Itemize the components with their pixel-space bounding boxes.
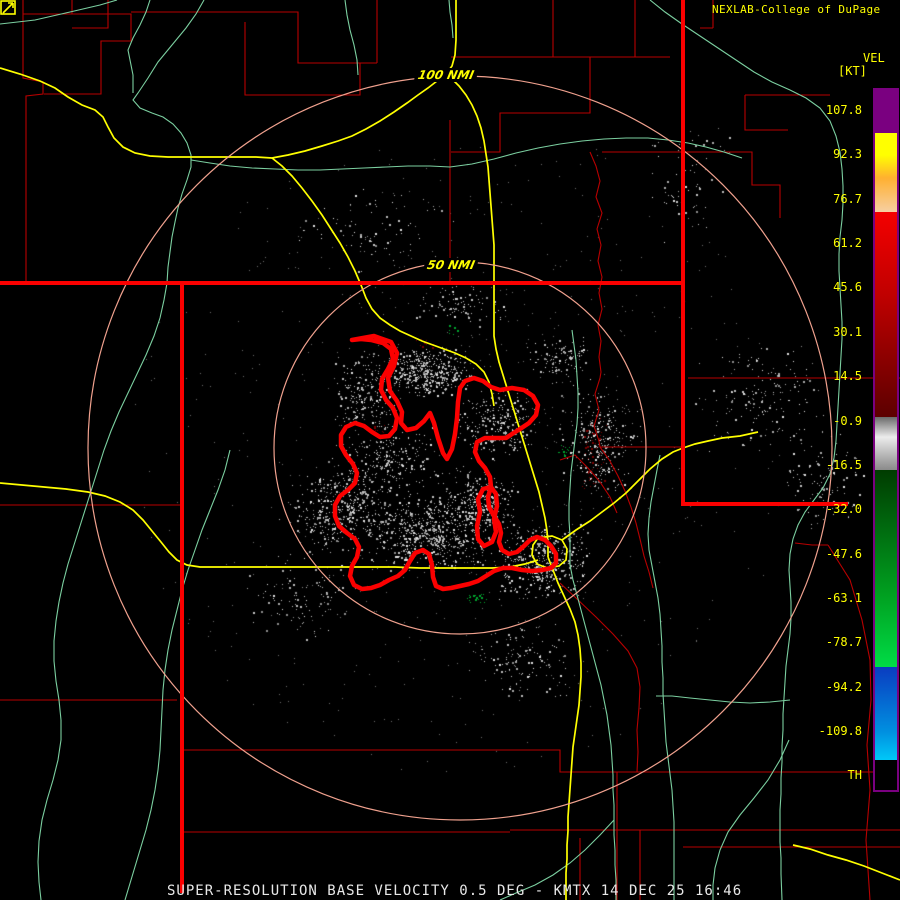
product-title: SUPER-RESOLUTION BASE VELOCITY 0.5 DEG -… (167, 883, 743, 899)
radar-display: NEXLAB-College of DuPage VEL [KT] 107.8 9… (0, 0, 900, 900)
colorbar-tick-label: 14.5 (833, 369, 862, 383)
brand-label: NEXLAB-College of DuPage (712, 3, 881, 16)
colorbar-tick-label: 76.7 (833, 192, 862, 206)
colorbar-tick-label: TH (847, 768, 862, 782)
colorbar-tick-label: -0.9 (833, 414, 862, 428)
colorbar-title: VEL (863, 51, 885, 65)
state-borders-layer (0, 0, 848, 893)
range-rings-layer (87, 75, 833, 821)
colorbar-tick-label: -78.7 (825, 635, 862, 649)
colorbar-tick-label: 45.6 (833, 280, 862, 294)
colorbar-tick-label: 61.2 (833, 236, 862, 250)
lake-outline-layer (332, 333, 559, 592)
colorbar-tick-label: -32.0 (825, 502, 862, 516)
map-overlay (0, 0, 900, 900)
colorbar-units: [KT] (838, 64, 867, 78)
rivers-layer (0, 0, 844, 900)
range-ring-label-50nmi: 50 NMI (422, 258, 480, 272)
cod-logo-icon (0, 0, 16, 15)
colorbar-tick-label: -16.5 (825, 458, 862, 472)
colorbar-tick-label: -47.6 (825, 547, 862, 561)
colorbar-gradient (873, 88, 899, 792)
colorbar-tick-label: -63.1 (825, 591, 862, 605)
colorbar-tick-label: 92.3 (833, 147, 862, 161)
colorbar-tick-label: 107.8 (825, 103, 862, 117)
range-ring-label-100nmi: 100 NMI (413, 68, 479, 82)
colorbar-tick-label: -94.2 (825, 680, 862, 694)
colorbar-tick-label: -109.8 (818, 724, 862, 738)
colorbar-tick-label: 30.1 (833, 325, 862, 339)
